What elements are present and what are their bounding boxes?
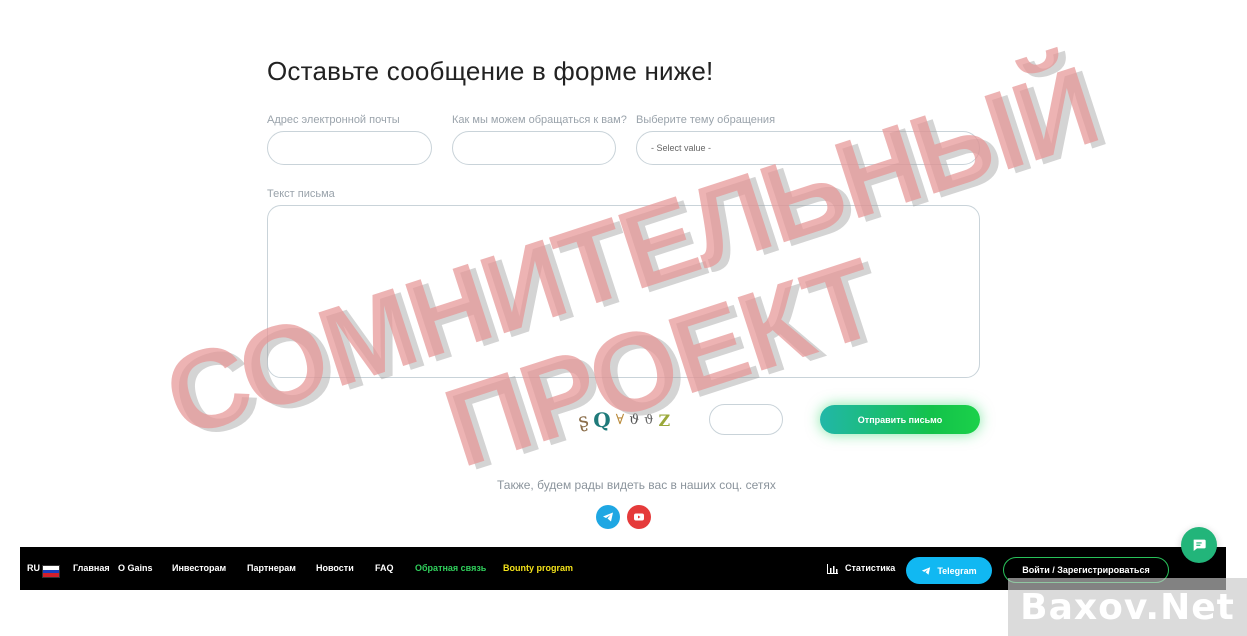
topic-label: Выберите тему обращения: [636, 114, 776, 126]
language-switcher[interactable]: RU: [27, 547, 40, 590]
captcha-char: ∀: [615, 412, 625, 428]
send-button[interactable]: Отправить письмо: [820, 405, 980, 434]
message-label: Текст письма: [267, 188, 335, 200]
youtube-social-link[interactable]: [627, 505, 651, 529]
page-title: Оставьте сообщение в форме ниже!: [267, 56, 714, 86]
captcha-char: ϑ: [628, 411, 641, 429]
bar-chart-icon: [827, 564, 838, 574]
nav-item-feedback[interactable]: Обратная связь: [415, 547, 486, 590]
bottom-navbar: RU Главная O Gains Инвесторам Партнерам …: [20, 547, 1226, 590]
nav-item-bounty[interactable]: Bounty program: [503, 547, 573, 590]
topic-selected-value: - Select value -: [651, 143, 712, 153]
nav-item-faq[interactable]: FAQ: [375, 547, 394, 590]
email-field[interactable]: [267, 131, 432, 165]
captcha-image: ʂ Q ∀ ϑ ϑ Z: [575, 405, 671, 435]
telegram-icon: [603, 512, 613, 522]
login-register-button[interactable]: Войти / Зарегистрироваться: [1003, 557, 1169, 583]
name-label: Как мы можем обращаться к вам?: [452, 114, 627, 126]
login-register-label: Войти / Зарегистрироваться: [1022, 565, 1150, 575]
nav-item-statistics[interactable]: Статистика: [845, 547, 895, 590]
name-field[interactable]: [452, 131, 616, 165]
youtube-icon: [634, 513, 644, 521]
topic-select[interactable]: - Select value -: [636, 131, 980, 165]
nav-item-about[interactable]: O Gains: [118, 547, 153, 590]
captcha-char: Q: [593, 408, 611, 432]
telegram-button-label: Telegram: [937, 565, 977, 576]
telegram-button[interactable]: Telegram: [906, 557, 992, 584]
nav-item-news[interactable]: Новости: [316, 547, 354, 590]
captcha-char: ʂ: [575, 407, 591, 433]
email-label: Адрес электронной почты: [267, 114, 400, 126]
nav-item-home[interactable]: Главная: [73, 547, 110, 590]
nav-item-partners[interactable]: Партнерам: [247, 547, 296, 590]
telegram-social-link[interactable]: [596, 505, 620, 529]
chat-button[interactable]: [1181, 527, 1217, 563]
captcha-char: Z: [658, 410, 671, 430]
russia-flag-icon: [42, 565, 60, 578]
nav-item-investors[interactable]: Инвесторам: [172, 547, 226, 590]
telegram-icon: [922, 566, 931, 575]
chat-icon: [1193, 539, 1206, 551]
social-text: Также, будем рады видеть вас в наших соц…: [497, 478, 776, 492]
captcha-char: ϑ: [644, 412, 654, 428]
captcha-input[interactable]: [709, 404, 783, 435]
message-textarea[interactable]: [267, 205, 980, 378]
